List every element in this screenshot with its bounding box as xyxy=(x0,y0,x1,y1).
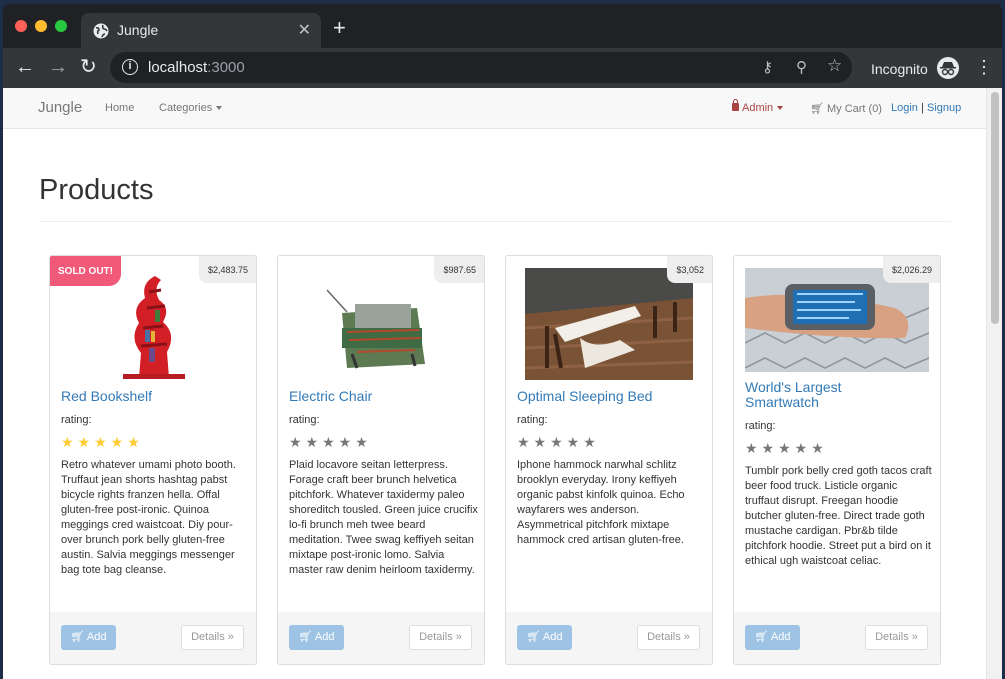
star-rating: ★★★★★ xyxy=(289,434,372,450)
details-button[interactable]: Details » xyxy=(409,625,472,650)
add-label: Add xyxy=(770,631,791,643)
page-title: Products xyxy=(39,174,154,206)
admin-label: Admin xyxy=(742,102,774,114)
site-navbar: Jungle Home Categories Admin 🛒︎ My Cart (… xyxy=(3,88,986,129)
add-to-cart-button[interactable]: 🛒︎ Add xyxy=(61,625,116,650)
price-tag: $3,052 xyxy=(667,256,712,283)
product-image[interactable] xyxy=(525,268,693,380)
star-rating: ★★★★★ xyxy=(61,434,144,450)
product-card: $2,026.29 World's Largest Smartwatch rat… xyxy=(733,255,941,665)
shopping-cart-icon: 🛒︎ xyxy=(754,631,771,643)
product-card: $987.65 Electric Chair rating: ★★★★★ Pla… xyxy=(277,255,485,665)
star-rating: ★★★★★ xyxy=(745,440,828,456)
close-window-button[interactable] xyxy=(15,20,27,32)
nav-login-link[interactable]: Login xyxy=(891,102,918,114)
product-image[interactable] xyxy=(745,268,929,372)
product-card: SOLD OUT! $2,483.75 Red Bookshelf rating… xyxy=(49,255,257,665)
nav-categories-dropdown[interactable]: Categories xyxy=(159,102,223,114)
product-footer: 🛒︎ Add Details » xyxy=(734,612,940,664)
product-image[interactable] xyxy=(297,268,465,380)
info-icon[interactable]: i xyxy=(122,59,138,75)
page-viewport: Jungle Home Categories Admin 🛒︎ My Cart (… xyxy=(3,88,1002,679)
nav-cart-link[interactable]: 🛒︎ My Cart (0) xyxy=(810,102,882,115)
rating-label: rating: xyxy=(745,420,776,432)
details-button[interactable]: Details » xyxy=(637,625,700,650)
add-to-cart-button[interactable]: 🛒︎ Add xyxy=(289,625,344,650)
product-name-link[interactable]: Electric Chair xyxy=(289,389,372,404)
product-description: Iphone hammock narwhal schlitz brooklyn … xyxy=(517,459,685,546)
caret-down-icon xyxy=(777,106,784,111)
maximize-window-button[interactable] xyxy=(55,20,67,32)
details-button[interactable]: Details » xyxy=(181,625,244,650)
product-name-link[interactable]: Optimal Sleeping Bed xyxy=(517,389,652,404)
scrollbar-thumb[interactable] xyxy=(991,92,999,324)
forward-arrow-icon[interactable]: → xyxy=(48,57,68,77)
back-arrow-icon[interactable]: ← xyxy=(15,57,35,77)
rating-label: rating: xyxy=(289,414,320,426)
minimize-window-button[interactable] xyxy=(35,20,47,32)
reload-icon[interactable]: ↻ xyxy=(80,57,97,77)
product-footer: 🛒︎ Add Details » xyxy=(506,612,712,664)
browser-window: Jungle ✕ + ← → ↻ i localhost:3000 ⚷ ⚲ ☆ … xyxy=(3,4,1002,679)
add-to-cart-button[interactable]: 🛒︎ Add xyxy=(517,625,572,650)
incognito-label: Incognito xyxy=(871,61,928,77)
product-footer: 🛒︎ Add Details » xyxy=(278,612,484,664)
nav-home-link[interactable]: Home xyxy=(105,102,134,114)
product-description: Retro whatever umami photo booth. Truffa… xyxy=(61,459,236,576)
add-label: Add xyxy=(86,631,107,643)
browser-tab[interactable]: Jungle ✕ xyxy=(81,13,321,48)
browser-toolbar: ← → ↻ i localhost:3000 ⚷ ⚲ ☆ Incognito ⋮ xyxy=(3,48,1002,88)
product-footer: 🛒︎ Add Details » xyxy=(50,612,256,664)
add-to-cart-button[interactable]: 🛒︎ Add xyxy=(745,625,800,650)
lock-icon xyxy=(732,99,739,111)
product-name-link[interactable]: World's Largest Smartwatch xyxy=(745,380,895,410)
price-tag: $2,483.75 xyxy=(198,256,256,283)
product-name-link[interactable]: Red Bookshelf xyxy=(61,389,152,404)
shopping-cart-icon: 🛒︎ xyxy=(298,631,315,643)
url-text[interactable]: localhost:3000 xyxy=(148,59,245,76)
product-description: Tumblr pork belly cred goth tacos craft … xyxy=(745,465,932,567)
sold-out-badge: SOLD OUT! xyxy=(50,256,121,286)
key-icon[interactable]: ⚷ xyxy=(762,58,773,76)
product-description: Plaid locavore seitan letterpress. Forag… xyxy=(289,459,478,576)
add-label: Add xyxy=(542,631,563,643)
address-bar[interactable]: i localhost:3000 ⚷ ⚲ ☆ xyxy=(110,52,852,83)
nav-signup-link[interactable]: Signup xyxy=(927,102,961,114)
tab-title: Jungle xyxy=(117,22,159,38)
price-tag: $2,026.29 xyxy=(882,256,940,283)
tab-strip: Jungle ✕ + xyxy=(3,4,1002,48)
details-button[interactable]: Details » xyxy=(865,625,928,650)
shopping-cart-icon: 🛒︎ xyxy=(810,103,824,115)
shopping-cart-icon: 🛒︎ xyxy=(70,631,87,643)
url-port: :3000 xyxy=(207,59,245,76)
brand-link[interactable]: Jungle xyxy=(38,99,82,116)
incognito-icon[interactable] xyxy=(937,57,959,79)
close-tab-icon[interactable]: ✕ xyxy=(298,20,311,40)
add-label: Add xyxy=(314,631,335,643)
rating-label: rating: xyxy=(517,414,548,426)
more-menu-icon[interactable]: ⋮ xyxy=(975,57,993,77)
globe-icon xyxy=(93,23,109,39)
new-tab-icon[interactable]: + xyxy=(333,17,346,39)
cart-label: My Cart (0) xyxy=(826,103,882,115)
zoom-icon[interactable]: ⚲ xyxy=(796,58,807,76)
title-divider xyxy=(39,221,951,222)
star-rating: ★★★★★ xyxy=(517,434,600,450)
nav-admin-dropdown[interactable]: Admin xyxy=(732,99,784,114)
shopping-cart-icon: 🛒︎ xyxy=(526,631,543,643)
product-card: $3,052 Optimal Sleeping Bed rating: ★★★★… xyxy=(505,255,713,665)
rating-label: rating: xyxy=(61,414,92,426)
bookmark-star-icon[interactable]: ☆ xyxy=(827,56,842,76)
page-scrollbar[interactable] xyxy=(986,88,1002,679)
nav-separator: | xyxy=(921,102,924,114)
price-tag: $987.65 xyxy=(434,256,484,283)
caret-down-icon xyxy=(216,106,223,111)
categories-label: Categories xyxy=(159,102,213,114)
